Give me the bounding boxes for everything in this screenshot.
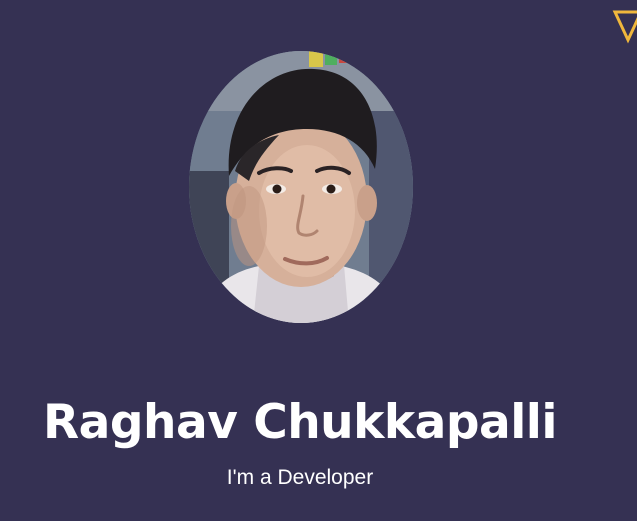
profile-tagline: I'm a Developer <box>226 466 374 489</box>
triangle-down-outline-icon <box>612 10 637 44</box>
profile-name: Raghav Chukkapalli <box>42 395 558 451</box>
avatar-photo <box>189 51 413 323</box>
profile-avatar <box>189 51 413 323</box>
